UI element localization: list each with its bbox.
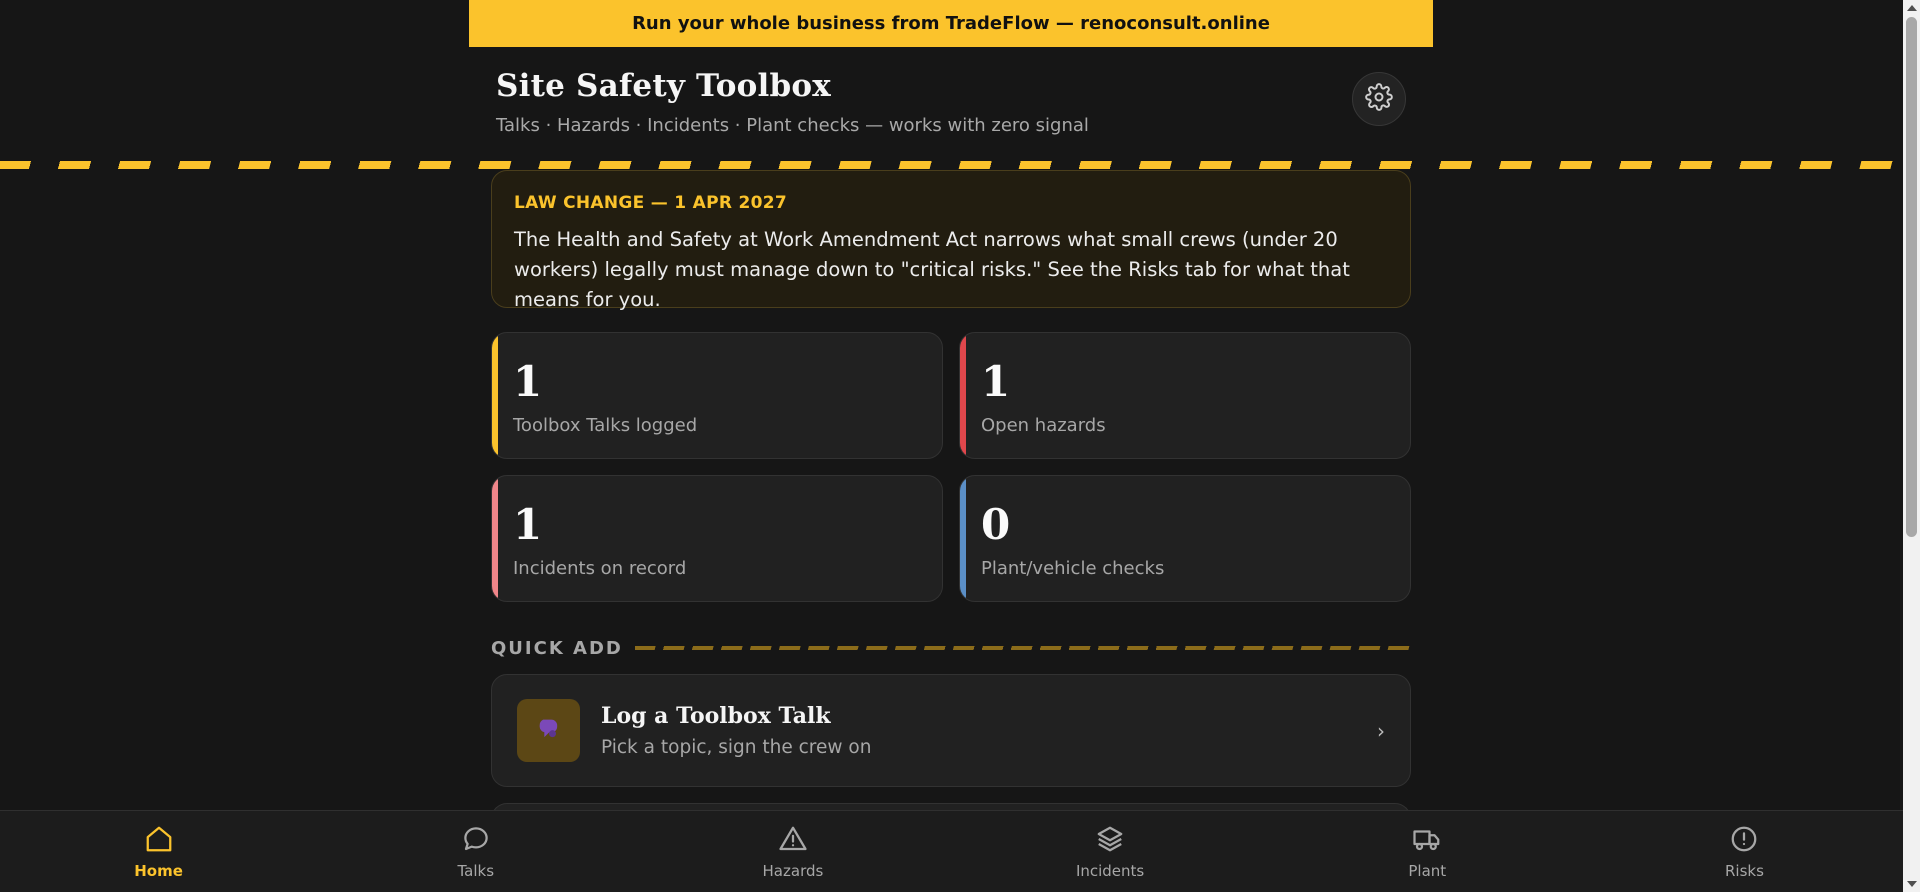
stat-accent-bar: [492, 476, 498, 601]
scroll-down-arrow-icon[interactable]: [1907, 881, 1917, 887]
stats-grid: 1 Toolbox Talks logged 1 Open hazards 1 …: [491, 332, 1411, 602]
truck-icon: [1412, 824, 1442, 858]
nav-item-talks[interactable]: Talks: [317, 811, 634, 892]
quick-add-divider: [634, 646, 1411, 650]
speech-bubble-icon: [535, 715, 563, 747]
stat-value: 0: [981, 500, 1011, 549]
stat-accent-bar: [960, 476, 966, 601]
nav-label: Risks: [1724, 861, 1764, 880]
stat-card-talks[interactable]: 1 Toolbox Talks logged: [491, 332, 943, 459]
nav-item-hazards[interactable]: Hazards: [634, 811, 951, 892]
law-change-heading: LAW CHANGE — 1 APR 2027: [514, 193, 787, 213]
scroll-up-arrow-icon[interactable]: [1907, 5, 1917, 11]
stat-card-hazards[interactable]: 1 Open hazards: [959, 332, 1411, 459]
nav-item-home[interactable]: Home: [0, 811, 317, 892]
settings-button[interactable]: [1352, 72, 1406, 126]
stat-label: Toolbox Talks logged: [513, 415, 698, 436]
quick-add-item-title: Log a Toolbox Talk: [601, 703, 831, 729]
nav-label: Talks: [457, 861, 495, 880]
page-scrollbar[interactable]: [1903, 0, 1920, 892]
law-change-notice: LAW CHANGE — 1 APR 2027 The Health and S…: [491, 170, 1411, 311]
stat-card-incidents[interactable]: 1 Incidents on record: [491, 475, 943, 602]
app-header: Site Safety Toolbox Talks · Hazards · In…: [496, 68, 1406, 148]
quick-add-log-toolbox-talk[interactable]: Log a Toolbox Talk Pick a topic, sign th…: [491, 674, 1411, 787]
quick-add-header: QUICK ADD: [491, 637, 1411, 659]
layers-icon: [1095, 824, 1125, 858]
chevron-right-icon: ›: [1377, 718, 1385, 743]
nav-label: Home: [134, 861, 183, 880]
page-title: Site Safety Toolbox: [496, 68, 831, 104]
law-change-body: The Health and Safety at Work Amendment …: [514, 228, 1350, 311]
stat-card-plant-checks[interactable]: 0 Plant/vehicle checks: [959, 475, 1411, 602]
nav-label: Plant: [1408, 861, 1447, 880]
scrollbar-thumb[interactable]: [1906, 17, 1917, 537]
chat-icon: [461, 824, 491, 858]
quick-add-text: Log a Toolbox Talk Pick a topic, sign th…: [601, 703, 1377, 758]
stat-accent-bar: [492, 333, 498, 458]
nav-item-incidents[interactable]: Incidents: [952, 811, 1269, 892]
stat-label: Open hazards: [981, 415, 1106, 436]
quick-add-icon-tile: [517, 699, 580, 762]
stat-label: Plant/vehicle checks: [981, 558, 1165, 579]
stat-value: 1: [513, 500, 543, 549]
home-icon: [144, 824, 174, 858]
quick-add-item-subtitle: Pick a topic, sign the crew on: [601, 737, 872, 758]
page-subtitle: Talks · Hazards · Incidents · Plant chec…: [496, 115, 1089, 136]
stat-accent-bar: [960, 333, 966, 458]
main-content: LAW CHANGE — 1 APR 2027 The Health and S…: [491, 170, 1411, 843]
gear-icon: [1365, 83, 1393, 115]
nav-item-plant[interactable]: Plant: [1269, 811, 1586, 892]
app-page: Run your whole business from TradeFlow —…: [0, 0, 1920, 892]
stat-value: 1: [981, 357, 1011, 406]
nav-label: Hazards: [762, 861, 824, 880]
warning-icon: [778, 824, 808, 858]
promo-banner[interactable]: Run your whole business from TradeFlow —…: [469, 0, 1433, 47]
nav-item-risks[interactable]: Risks: [1586, 811, 1903, 892]
alert-circle-icon: [1729, 824, 1759, 858]
quick-add-title: QUICK ADD: [491, 637, 623, 659]
stat-label: Incidents on record: [513, 558, 687, 579]
nav-label: Incidents: [1075, 861, 1145, 880]
promo-text[interactable]: Run your whole business from TradeFlow —…: [632, 13, 1270, 34]
stat-value: 1: [513, 357, 543, 406]
bottom-nav: Home Talks Hazards Incidents Plant Risks: [0, 810, 1903, 892]
hazard-stripe-divider: [0, 161, 1904, 169]
